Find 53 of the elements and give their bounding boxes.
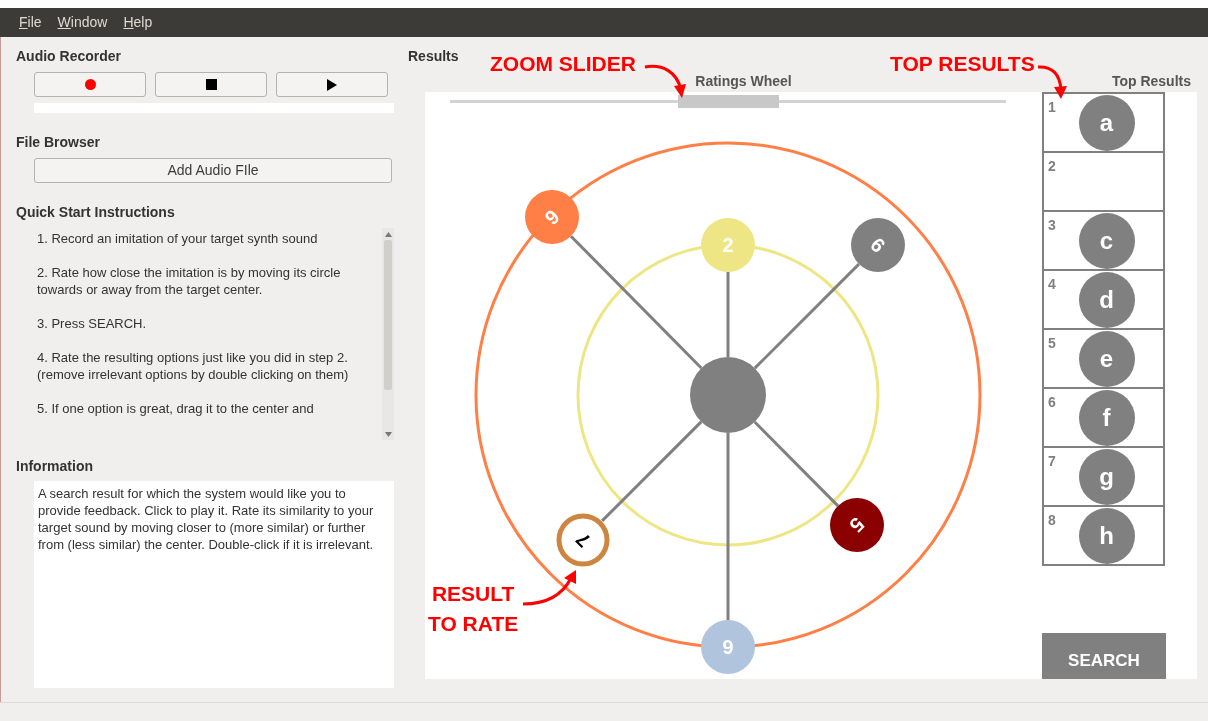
instruction-step: 2. Rate how close the imitation is by moving its circle towards or away from the target center.	[37, 264, 378, 298]
top-result-slot[interactable]: 5 e	[1042, 328, 1165, 389]
rank-number: 6	[1048, 394, 1056, 410]
annotation-arrow	[643, 62, 687, 100]
stop-icon	[205, 79, 217, 90]
zoom-slider[interactable]	[450, 95, 1006, 108]
instruction-step: 4. Rate the resulting options just like you did in step 2. (remove irrelevant options by double clicking on them)	[37, 349, 378, 383]
top-result-slot[interactable]: 3 c	[1042, 210, 1165, 271]
scrollbar[interactable]	[382, 228, 394, 440]
section-title: Quick Start Instructions	[16, 204, 176, 220]
rank-number: 5	[1048, 335, 1056, 351]
annotation-arrow	[1036, 62, 1068, 100]
top-result-slot[interactable]: 8 h	[1042, 505, 1165, 566]
play-icon	[327, 78, 337, 91]
top-results-title: Top Results	[1111, 73, 1191, 89]
scroll-down-icon[interactable]	[384, 431, 392, 437]
rank-number: 7	[1048, 453, 1056, 469]
information-text: A search result for which the system would like you to provide feedback. Click to play it. Rate its similarity to your target sound by moving closer to (more similar) or further from (less similar) the center. Double-click if it is irrelevant.	[38, 485, 375, 553]
menu-item[interactable]: Window	[57, 12, 108, 33]
instruction-step: 5. If one option is great, drag it to the center and	[37, 400, 378, 417]
menu-item[interactable]: Help	[123, 12, 153, 33]
wheel-title: Ratings Wheel	[695, 73, 792, 89]
rank-number: 2	[1048, 158, 1056, 174]
scroll-up-icon[interactable]	[384, 231, 392, 237]
instruction-step: 3. Press SEARCH.	[37, 315, 378, 332]
annotation-label: TO RATE	[428, 611, 519, 637]
rank-number: 4	[1048, 276, 1056, 292]
add-audio-file-button[interactable]: Add Audio FIle	[34, 158, 392, 183]
rating-node[interactable]: 9	[525, 190, 579, 244]
rank-number: 1	[1048, 99, 1056, 115]
section-title: File Browser	[16, 134, 102, 150]
menu-item[interactable]: File	[19, 12, 42, 33]
section-title: Information	[16, 458, 94, 474]
section-title: Audio Recorder	[16, 48, 122, 64]
top-result-slot[interactable]: 4 d	[1042, 269, 1165, 330]
top-result-slot[interactable]: 1 a	[1042, 92, 1165, 153]
recorder-button[interactable]	[276, 72, 388, 97]
slider-thumb[interactable]	[677, 95, 779, 108]
top-result-slot[interactable]: 7 g	[1042, 446, 1165, 507]
instruction-step: 1. Record an imitation of your target synth sound	[37, 230, 378, 247]
rank-number: 8	[1048, 512, 1056, 528]
top-result-slot[interactable]: 2	[1042, 151, 1165, 212]
top-result-slot[interactable]: 6 f	[1042, 387, 1165, 448]
annotation-label: RESULT	[431, 581, 515, 607]
rank-number: 3	[1048, 217, 1056, 233]
annotation-label: TOP RESULTS	[890, 51, 1035, 77]
record-icon	[84, 79, 96, 90]
recorder-button[interactable]	[155, 72, 267, 97]
annotation-label: ZOOM SLIDER	[490, 51, 636, 77]
search-button[interactable]: SEARCH	[1042, 633, 1166, 679]
rating-node[interactable]: 7	[556, 513, 610, 567]
rating-node[interactable]: 5	[830, 498, 884, 552]
rating-node[interactable]: 6	[851, 218, 905, 272]
